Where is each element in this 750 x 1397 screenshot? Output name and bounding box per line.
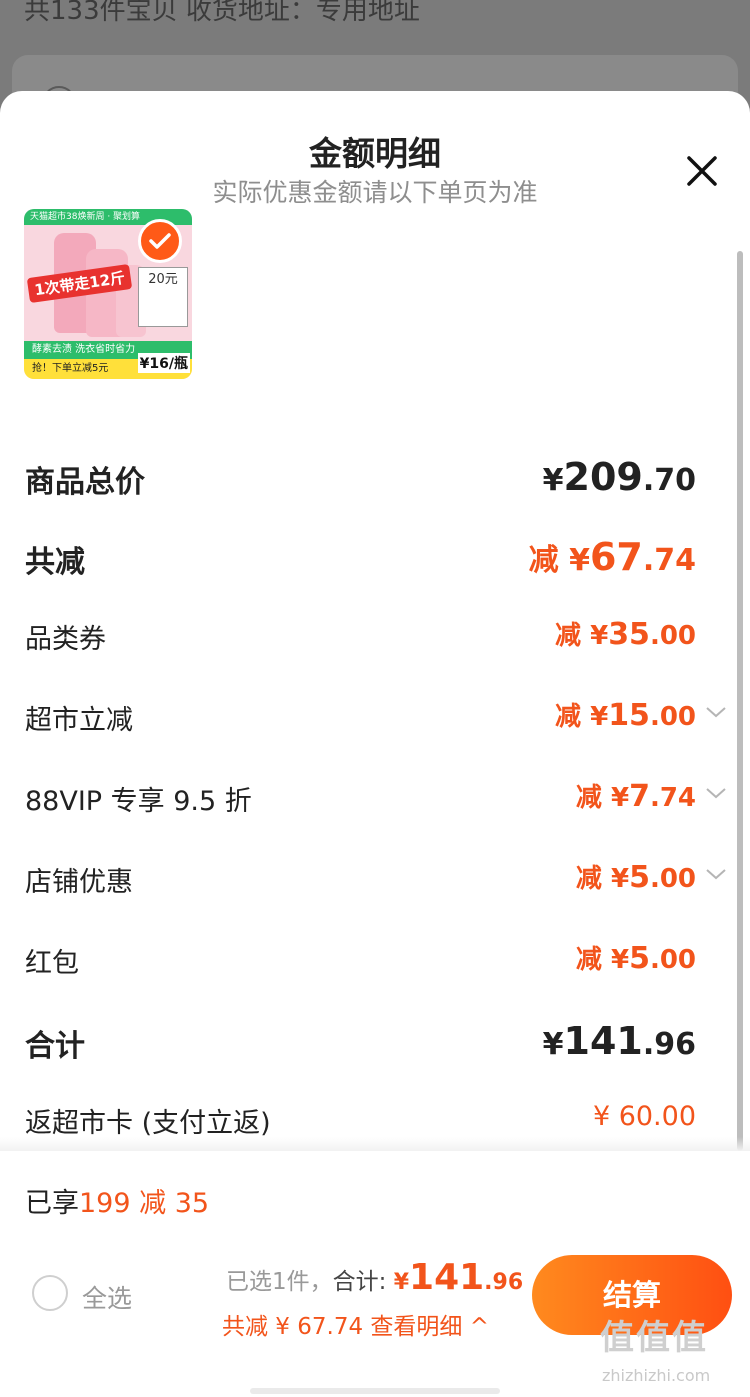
checkmark-icon bbox=[149, 233, 171, 249]
row-label: 红包 bbox=[25, 948, 79, 979]
row-value: 减 ¥35.00 bbox=[555, 617, 696, 652]
row-label: 返超市卡 (支付立返) bbox=[25, 1108, 271, 1139]
home-indicator bbox=[250, 1388, 500, 1394]
row-category-coupon: 品类券 减 ¥35.00 bbox=[0, 605, 750, 665]
total-amount: ¥141.96 bbox=[393, 1257, 524, 1298]
thumb-unit-price: ¥16/瓶 bbox=[137, 353, 190, 373]
row-label: 共减 bbox=[25, 545, 85, 580]
checkout-footer: 已享199 减 35 全选 已选1件，合计: ¥141.96 共减 ¥ 67.7… bbox=[0, 1151, 750, 1397]
row-supermarket-discount[interactable]: 超市立减 减 ¥15.00 bbox=[0, 686, 750, 746]
row-value: 减 ¥5.00 bbox=[575, 860, 696, 895]
row-label: 88VIP 专享 9.5 折 bbox=[25, 786, 252, 817]
product-thumbnail[interactable]: 天猫超市38焕新周 · 聚划算 1次带走12斤 20元 酵素去渍 洗衣省时省力 … bbox=[24, 209, 192, 379]
promo-prefix: 已享 bbox=[25, 1188, 79, 1219]
watermark-logo: 值值值 bbox=[600, 1318, 708, 1358]
selected-count: 已选1件， bbox=[226, 1269, 333, 1295]
footer-divider bbox=[0, 1137, 750, 1151]
selected-total: 已选1件，合计: ¥141.96 bbox=[226, 1257, 523, 1298]
row-value: 减 ¥7.74 bbox=[575, 779, 696, 814]
row-value: ¥141.96 bbox=[542, 1019, 696, 1063]
sheet-subtitle: 实际优惠金额请以下单页为准 bbox=[212, 178, 538, 207]
row-value: 减 ¥15.00 bbox=[555, 698, 696, 733]
row-value: ¥209.70 bbox=[542, 455, 696, 499]
sheet-title: 金额明细 bbox=[309, 134, 441, 173]
row-value: 减 ¥67.74 bbox=[528, 535, 696, 579]
row-value: 减 ¥5.00 bbox=[575, 941, 696, 976]
thumb-price-box: 20元 bbox=[138, 267, 188, 327]
row-value: ¥ 60.00 bbox=[592, 1101, 696, 1132]
selected-check-icon[interactable] bbox=[138, 219, 182, 263]
chevron-down-icon[interactable] bbox=[704, 866, 728, 882]
row-label: 超市立减 bbox=[25, 705, 133, 736]
row-store-discount[interactable]: 店铺优惠 减 ¥5.00 bbox=[0, 848, 750, 908]
row-label: 合计 bbox=[25, 1029, 85, 1064]
background-order-summary: 共133件宝贝 收货地址：专用地址 bbox=[24, 0, 420, 26]
promo-highlight: 199 减 35 bbox=[79, 1188, 210, 1219]
row-88vip-discount[interactable]: 88VIP 专享 9.5 折 减 ¥7.74 bbox=[0, 767, 750, 827]
promo-applied: 已享199 减 35 bbox=[25, 1181, 209, 1220]
row-goods-total: 商品总价 ¥209.70 bbox=[0, 445, 750, 505]
close-icon[interactable] bbox=[680, 149, 724, 193]
view-detail-link[interactable]: 查看明细 ^ bbox=[370, 1314, 489, 1340]
row-red-packet: 红包 减 ¥5.00 bbox=[0, 929, 750, 989]
chevron-down-icon[interactable] bbox=[704, 704, 728, 720]
watermark-url: zhizhizhi.com bbox=[602, 1366, 711, 1385]
discount-text: 共减 ¥ 67.74 bbox=[222, 1314, 364, 1340]
row-label: 店铺优惠 bbox=[25, 867, 133, 898]
row-label: 商品总价 bbox=[25, 465, 145, 500]
row-label: 品类券 bbox=[25, 624, 106, 655]
select-all-radio[interactable] bbox=[32, 1275, 68, 1311]
row-grand-total: 合计 ¥141.96 bbox=[0, 1009, 750, 1069]
select-all-label[interactable]: 全选 bbox=[82, 1279, 132, 1315]
total-label: 合计: bbox=[332, 1269, 387, 1295]
chevron-down-icon[interactable] bbox=[704, 785, 728, 801]
discount-summary: 共减 ¥ 67.74 查看明细 ^ bbox=[222, 1307, 489, 1341]
row-total-discount: 共减 减 ¥67.74 bbox=[0, 525, 750, 585]
amount-detail-sheet: 金额明细 实际优惠金额请以下单页为准 天猫超市38焕新周 · 聚划算 1次带走1… bbox=[0, 91, 750, 1397]
